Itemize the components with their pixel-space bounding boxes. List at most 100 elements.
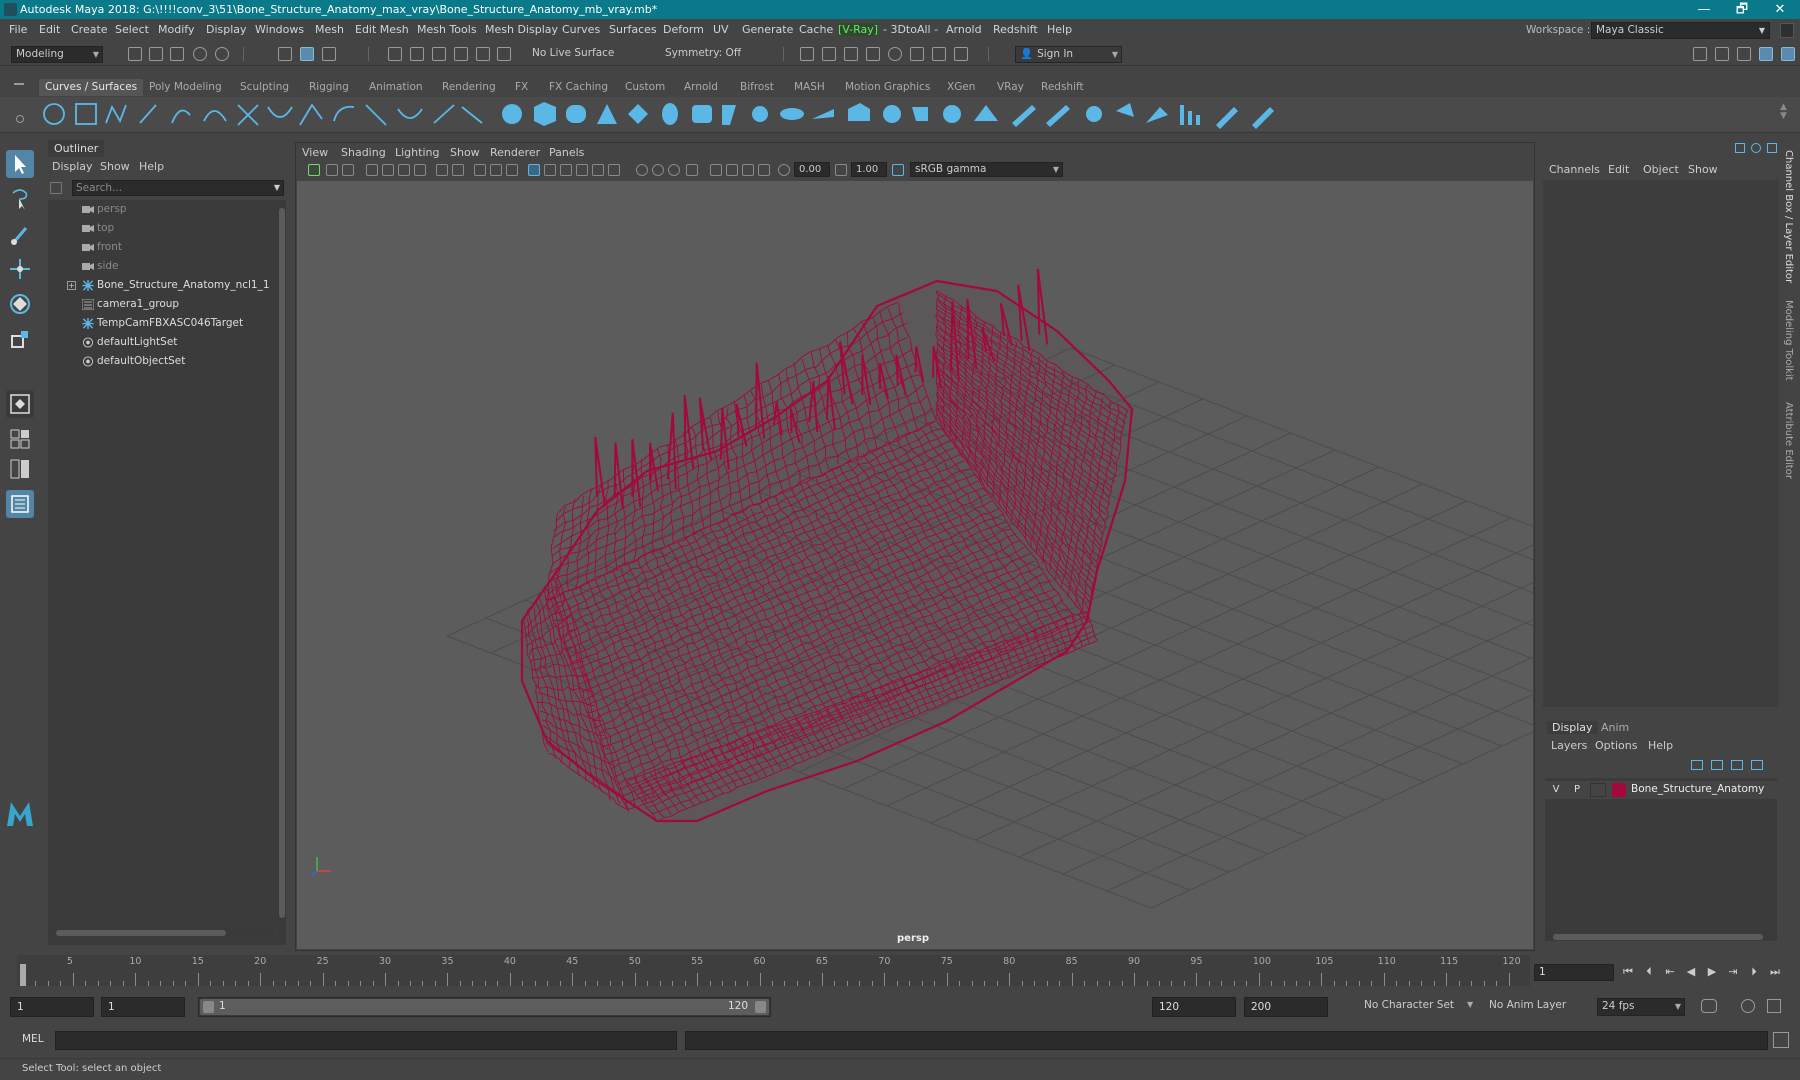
render-setup-icon[interactable] [910,47,924,61]
trim-tool-icon[interactable] [1012,105,1036,127]
outliner-title[interactable]: Outliner [48,140,105,157]
save-scene-icon[interactable] [170,47,184,61]
menu-uv[interactable]: UV [713,23,729,36]
layer-tab-anim[interactable]: Anim [1601,721,1629,734]
outliner-item-bone-structure[interactable]: + Bone_Structure_Anatomy_ncl1_1 [48,276,278,295]
go-to-end-icon[interactable]: ⏭ [1767,965,1783,979]
use-all-lights-icon[interactable] [592,164,604,176]
planar-icon[interactable] [722,105,736,125]
snap-curve-icon[interactable] [410,47,424,61]
live-surface-field[interactable]: No Live Surface [528,46,620,63]
filter-icon[interactable] [50,182,62,194]
toggle-modeling-toolkit-icon[interactable] [1693,47,1707,61]
outliner-search-input[interactable]: Search... ▼ [72,180,284,196]
range-end-grip[interactable] [755,1001,766,1013]
workspace-dropdown[interactable]: Maya Classic ▼ [1591,22,1770,39]
rotate-tool-icon[interactable] [6,290,34,318]
rebuild-surfaces-icon[interactable] [1216,107,1238,129]
smooth-shade-icon[interactable] [544,164,556,176]
bevel-plus-icon[interactable] [912,107,928,121]
viewport-menu-lighting[interactable]: Lighting [395,146,439,159]
maximize-button[interactable]: 🗗 [1724,0,1760,19]
snap-projected-icon[interactable] [497,47,511,61]
attach-surfaces-icon[interactable] [1086,106,1102,122]
symmetry-dropdown[interactable]: Symmetry: Off [661,46,753,63]
untrim-icon[interactable] [1046,105,1070,127]
character-set-dropdown[interactable]: No Character Set [1340,998,1460,1016]
step-forward-key-icon[interactable]: ⇥ [1725,965,1741,979]
command-language-toggle[interactable]: MEL [22,1033,44,1045]
step-back-frame-icon[interactable]: ⏴ [1641,965,1657,979]
snap-view-plane-icon[interactable] [454,47,468,61]
play-forwards-icon[interactable]: ▶ [1704,965,1720,979]
layer-tab-display[interactable]: Display [1547,721,1598,734]
nurbs-torus-icon[interactable] [662,103,678,125]
extrude-icon[interactable] [812,109,834,119]
script-editor-icon[interactable] [1773,1032,1789,1048]
select-by-hierarchy-icon[interactable] [278,47,292,61]
textured-icon[interactable] [576,164,588,176]
arc-tool-icon[interactable] [203,110,227,122]
auto-key-icon[interactable] [1741,999,1755,1013]
command-input[interactable] [55,1031,677,1050]
outliner-item-front[interactable]: front [48,238,278,257]
expand-icon[interactable]: + [67,281,76,290]
render-settings-icon[interactable] [866,47,880,61]
lock-icon[interactable] [1780,23,1794,38]
birail-icon[interactable] [780,108,804,120]
layers-menu[interactable]: Layers [1551,739,1587,752]
tab-curves-surfaces[interactable]: Curves / Surfaces [39,79,144,96]
menu-help[interactable]: Help [1047,23,1072,36]
tab-arnold[interactable]: Arnold [678,79,724,96]
attach-curves-icon[interactable] [267,106,293,118]
menu-set-dropdown[interactable]: Modeling ▼ [11,46,103,63]
channel-box-pin-icon[interactable] [1767,143,1777,153]
menu-display[interactable]: Display [206,23,247,36]
resolution-gate-icon[interactable] [452,164,464,176]
outliner-item-side[interactable]: side [48,257,278,276]
outliner-item-default-object-set[interactable]: defaultObjectSet [48,352,278,371]
step-back-key-icon[interactable]: ⇤ [1662,965,1678,979]
snap-point-icon[interactable] [432,47,446,61]
single-perspective-layout-icon[interactable] [6,390,34,418]
field-chart-icon[interactable] [490,164,502,176]
menu-modify[interactable]: Modify [158,23,194,36]
animation-end-field[interactable]: 200 [1244,997,1328,1017]
outliner-menu-help[interactable]: Help [139,160,164,173]
select-camera-icon[interactable] [308,164,320,176]
open-scene-icon[interactable] [149,47,163,61]
tab-rendering[interactable]: Rendering [436,79,502,96]
range-start-grip[interactable] [203,1001,214,1013]
redo-icon[interactable] [215,47,229,61]
tab-sculpting[interactable]: Sculpting [234,79,295,96]
toggle-tool-settings-icon[interactable] [1737,47,1751,61]
view-transform-dropdown[interactable]: sRGB gamma ▼ [910,162,1063,177]
time-slider[interactable]: 5 10 15 20 25 30 35 40 45 50 55 60 65 70 75 80 85 90 95 100… [0,955,1800,986]
toggle-attribute-editor-icon[interactable] [1715,47,1729,61]
nurbs-plane-icon[interactable] [628,104,648,124]
scrollbar-thumb[interactable] [279,208,285,918]
rebuild-curve-icon[interactable] [433,104,455,124]
menu-vray[interactable]: [V-Ray] [838,23,879,36]
object-menu[interactable]: Object [1643,163,1679,176]
offset-surfaces-icon[interactable] [1196,115,1200,125]
detach-curves-icon[interactable] [299,103,323,126]
loft-icon[interactable] [692,105,712,123]
tab-fx[interactable]: FX [509,79,534,96]
ep-curve-tool-icon[interactable] [139,104,157,124]
viewport-menu-panels[interactable]: Panels [549,146,584,159]
menu-surfaces[interactable]: Surfaces [609,23,657,36]
menu-curves[interactable]: Curves [562,23,600,36]
nurbs-square-icon[interactable] [75,103,97,125]
four-view-layout-icon[interactable] [6,425,34,453]
menu-mesh-display[interactable]: Mesh Display [485,23,558,36]
extend-surfaces-icon[interactable] [1188,111,1192,125]
menu-mesh-tools[interactable]: Mesh Tools [417,23,477,36]
viewport-3d-view[interactable]: persp [297,181,1533,949]
menu-create[interactable]: Create [71,23,108,36]
menu-arnold[interactable]: Arnold [946,23,982,36]
scrollbar-thumb[interactable] [1553,934,1763,940]
color-management-icon[interactable] [892,164,904,176]
toggle-layer-editor-icon[interactable] [1781,47,1795,61]
isolate-select-icon[interactable] [710,164,722,176]
